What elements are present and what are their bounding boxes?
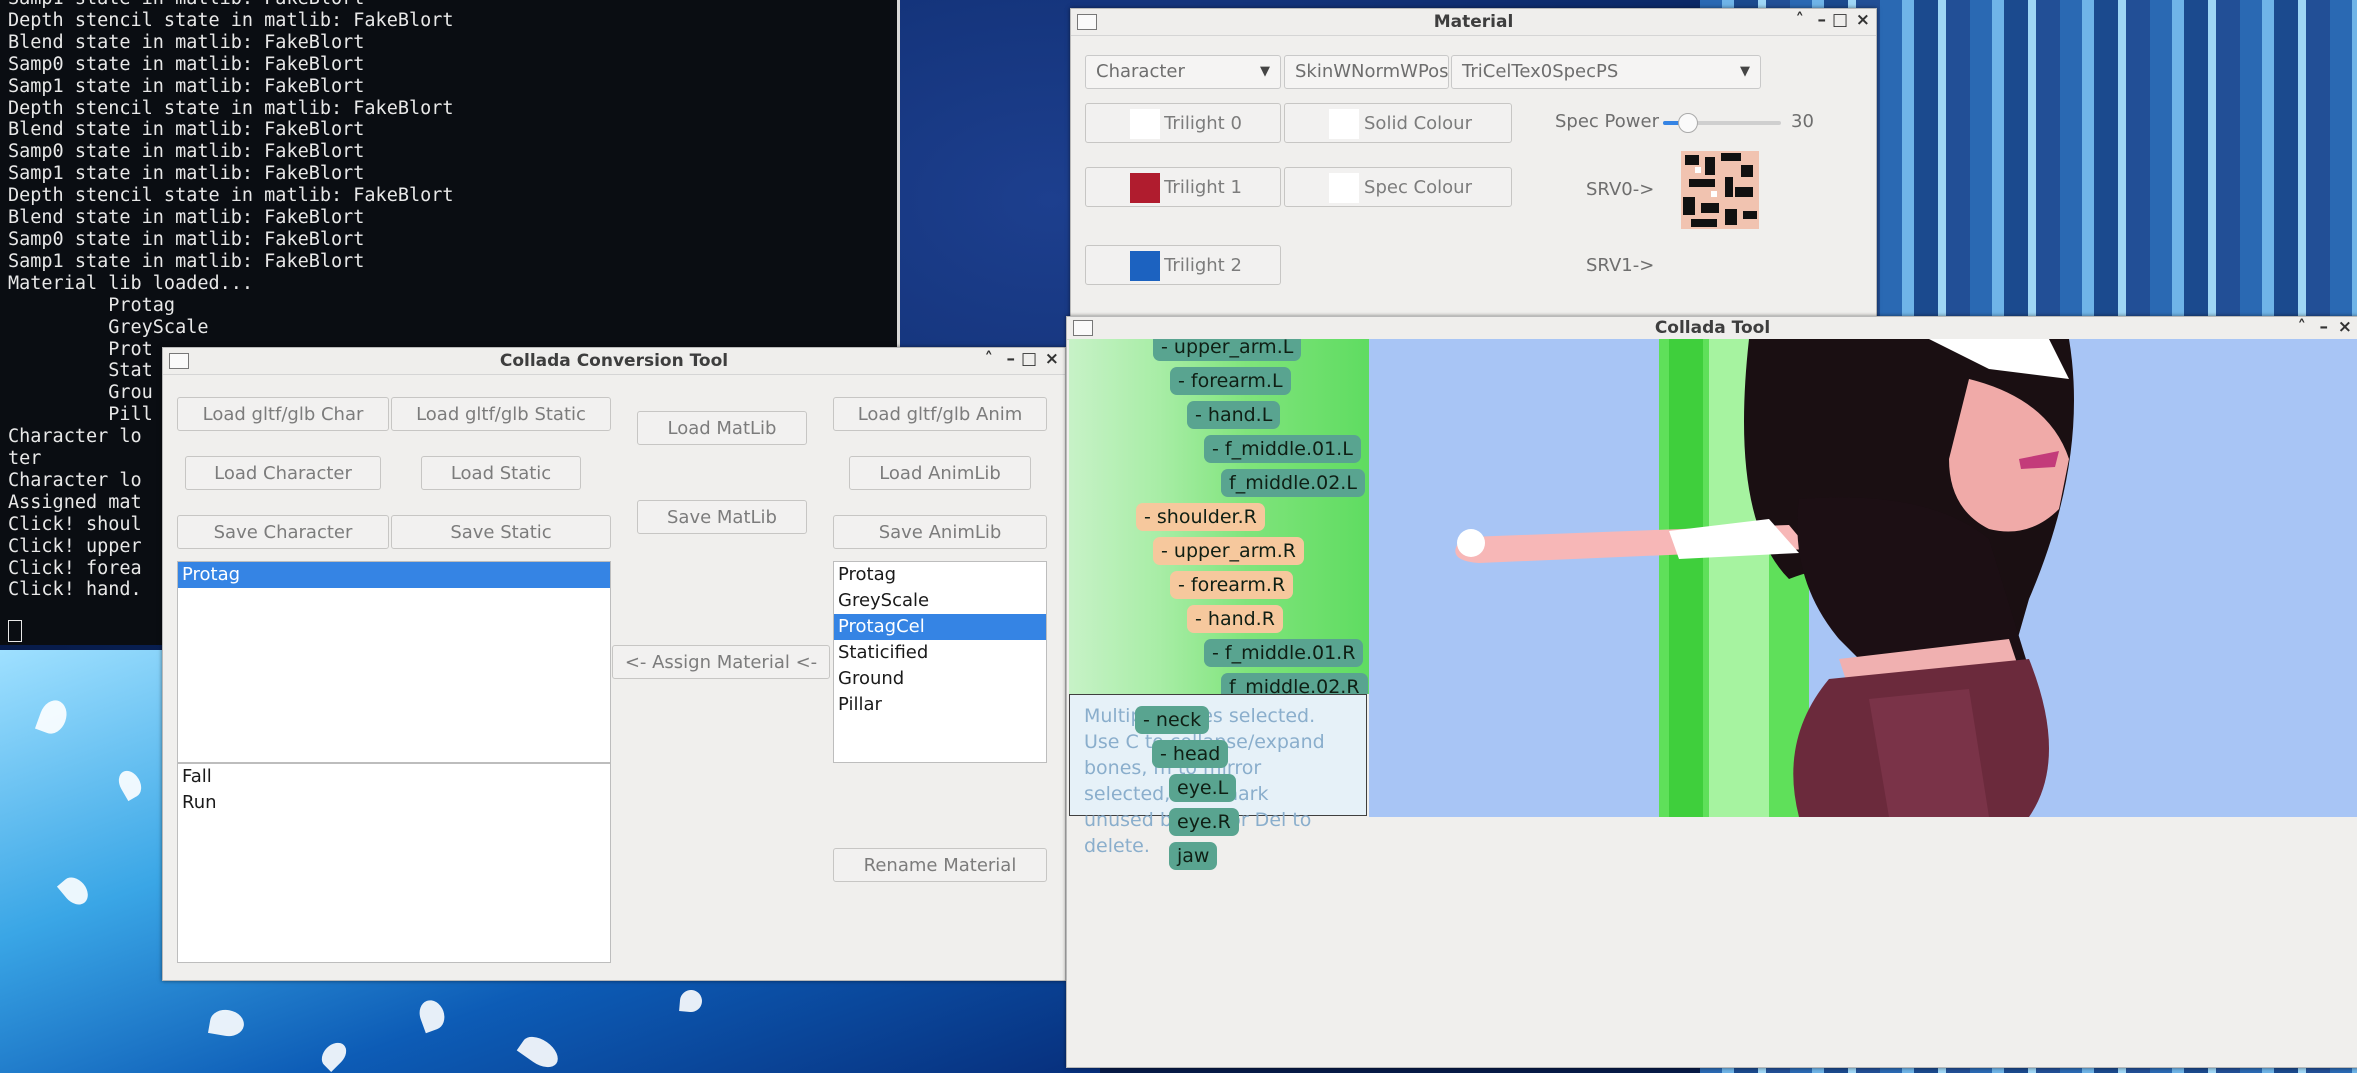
assign-material-button[interactable]: <- Assign Material <- [612, 645, 830, 679]
window-title: Collada Tool [1654, 318, 1771, 338]
list-item[interactable]: ProtagCel [834, 614, 1046, 640]
solid-colour-swatch [1329, 109, 1359, 139]
load-static-button[interactable]: Load Static [421, 456, 581, 490]
bone-node[interactable]: eye.L [1169, 774, 1237, 802]
solid-colour-button[interactable]: Solid Colour [1284, 103, 1512, 143]
maximize-icon[interactable]: □ [1832, 10, 1848, 30]
bone-node[interactable]: - neck [1135, 706, 1210, 734]
list-item[interactable]: Ground [834, 666, 1046, 692]
list-item[interactable]: Protag [834, 562, 1046, 588]
load-animlib-button[interactable]: Load AnimLib [849, 456, 1031, 490]
character-render [1369, 339, 2357, 817]
terminal-cursor [8, 620, 22, 642]
slider-handle[interactable] [1678, 113, 1698, 133]
collada-titlebar[interactable]: Collada Tool ˄ – × [1067, 317, 2357, 340]
bone-node[interactable]: - head [1152, 740, 1229, 768]
spec-colour-swatch [1329, 173, 1359, 203]
list-item[interactable]: Run [178, 790, 610, 816]
save-matlib-button[interactable]: Save MatLib [637, 500, 807, 534]
window-title: Material [1433, 12, 1514, 32]
bone-node[interactable]: jaw [1169, 842, 1218, 870]
list-item[interactable]: Staticified [834, 640, 1046, 666]
trilight-0-swatch [1130, 109, 1160, 139]
shade-icon[interactable]: ˄ [1796, 10, 1805, 30]
save-character-button[interactable]: Save Character [177, 515, 389, 549]
vertex-shader-combo[interactable]: SkinWNormWPosTex0VS [1284, 55, 1449, 89]
srv0-texture-thumbnail[interactable] [1681, 151, 1759, 229]
trilight-0-button[interactable]: Trilight 0 [1085, 103, 1281, 143]
save-static-button[interactable]: Save Static [391, 515, 611, 549]
pixel-shader-combo[interactable]: TriCelTex0SpecPS ▼ [1451, 55, 1761, 89]
close-icon[interactable]: × [2338, 317, 2352, 337]
list-item[interactable]: Pillar [834, 692, 1046, 718]
3d-viewport[interactable] [1369, 339, 2357, 817]
close-icon[interactable]: × [1045, 349, 1059, 369]
spec-power-slider[interactable] [1663, 113, 1781, 133]
chevron-down-icon: ▼ [1740, 64, 1750, 79]
shade-icon[interactable]: ˄ [985, 349, 994, 369]
load-gltf-static-button[interactable]: Load gltf/glb Static [391, 397, 611, 431]
list-item[interactable]: GreyScale [834, 588, 1046, 614]
load-matlib-button[interactable]: Load MatLib [637, 411, 807, 445]
save-animlib-button[interactable]: Save AnimLib [833, 515, 1047, 549]
category-combo[interactable]: Character ▼ [1085, 55, 1281, 89]
animation-list[interactable]: Fall Run [177, 763, 611, 963]
bone-tree-continued[interactable]: - neck - head eye.L eye.R jaw [1068, 338, 1368, 878]
bone-node[interactable]: eye.R [1169, 808, 1239, 836]
trilight-2-button[interactable]: Trilight 2 [1085, 245, 1281, 285]
trilight-2-swatch [1130, 251, 1160, 281]
close-icon[interactable]: × [1856, 10, 1870, 30]
shade-icon[interactable]: ˄ [2298, 317, 2307, 337]
category-value: Character [1096, 61, 1185, 82]
conversion-titlebar[interactable]: Collada Conversion Tool ˄ – □ × [163, 348, 1065, 375]
trilight-1-swatch [1130, 173, 1160, 203]
spec-power-value: 30 [1791, 111, 1814, 132]
minimize-icon[interactable]: – [2320, 317, 2329, 337]
minimize-icon[interactable]: – [1818, 10, 1827, 30]
chevron-down-icon: ▼ [1260, 64, 1270, 79]
conversion-tool-window[interactable]: Collada Conversion Tool ˄ – □ × Load glt… [162, 347, 1066, 981]
vertex-shader-value: SkinWNormWPosTex0VS [1295, 61, 1449, 82]
srv0-label: SRV0-> [1586, 179, 1655, 200]
list-item[interactable]: Fall [178, 764, 610, 790]
material-list[interactable]: Protag GreyScale ProtagCel Staticified G… [833, 561, 1047, 763]
spec-colour-button[interactable]: Spec Colour [1284, 167, 1512, 207]
load-gltf-char-button[interactable]: Load gltf/glb Char [177, 397, 389, 431]
material-window[interactable]: Material ˄ – □ × Character ▼ SkinWNormWP… [1070, 8, 1877, 318]
list-item[interactable]: Protag [178, 562, 610, 588]
character-list[interactable]: Protag [177, 561, 611, 763]
trilight-1-button[interactable]: Trilight 1 [1085, 167, 1281, 207]
material-titlebar[interactable]: Material ˄ – □ × [1071, 9, 1876, 36]
load-character-button[interactable]: Load Character [185, 456, 381, 490]
load-gltf-anim-button[interactable]: Load gltf/glb Anim [833, 397, 1047, 431]
spec-power-label: Spec Power [1555, 111, 1659, 132]
srv1-label: SRV1-> [1586, 255, 1655, 276]
maximize-icon[interactable]: □ [1021, 349, 1037, 369]
minimize-icon[interactable]: – [1007, 349, 1016, 369]
pixel-shader-value: TriCelTex0SpecPS [1462, 61, 1619, 82]
window-title: Collada Conversion Tool [499, 351, 729, 371]
rename-material-button[interactable]: Rename Material [833, 848, 1047, 882]
